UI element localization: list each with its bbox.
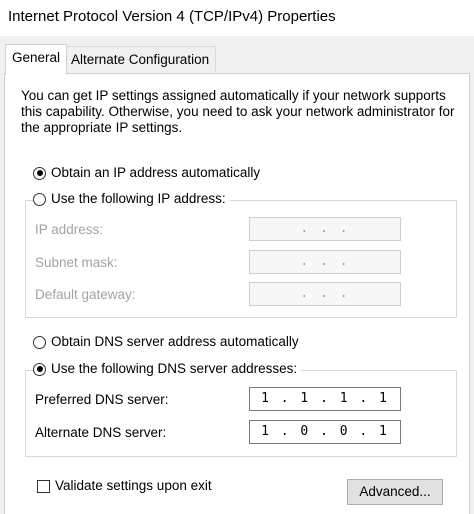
validate-settings-checkbox[interactable] <box>37 479 50 493</box>
use-following-dns-label: Use the following DNS server addresses: <box>51 361 298 376</box>
ip-address-label: IP address: <box>35 222 104 237</box>
window-title: Internet Protocol Version 4 (TCP/IPv4) P… <box>8 8 336 25</box>
ip-address-input[interactable]: . . . <box>249 217 401 241</box>
default-gateway-label: Default gateway: <box>35 287 136 302</box>
use-following-ip-option[interactable]: Use the following IP address: <box>33 189 230 209</box>
use-following-dns-radio[interactable] <box>33 362 46 376</box>
title-bar[interactable]: Internet Protocol Version 4 (TCP/IPv4) P… <box>0 0 474 36</box>
preferred-dns-input[interactable]: 1 . 1 . 1 . 1 <box>249 387 401 411</box>
obtain-dns-label: Obtain DNS server address automatically <box>51 334 299 349</box>
use-following-ip-label: Use the following IP address: <box>51 191 226 206</box>
alternate-dns-input[interactable]: 1 . 0 . 0 . 1 <box>249 420 401 444</box>
subnet-mask-label: Subnet mask: <box>35 255 118 270</box>
obtain-ip-label: Obtain an IP address automatically <box>51 165 261 180</box>
obtain-ip-radio[interactable] <box>33 166 46 180</box>
use-following-dns-option[interactable]: Use the following DNS server addresses: <box>33 359 302 379</box>
intro-text: You can get IP settings assigned automat… <box>21 88 455 135</box>
obtain-dns-radio[interactable] <box>33 335 46 349</box>
tab-strip: General Alternate Configuration <box>0 44 474 75</box>
tab-alternate-configuration[interactable]: Alternate Configuration <box>64 46 217 72</box>
ipv4-properties-dialog: Internet Protocol Version 4 (TCP/IPv4) P… <box>0 0 474 514</box>
validate-settings-label: Validate settings upon exit <box>55 478 212 493</box>
preferred-dns-label: Preferred DNS server: <box>35 392 169 407</box>
obtain-dns-automatically-option[interactable]: Obtain DNS server address automatically <box>33 332 299 352</box>
general-tab-panel: You can get IP settings assigned automat… <box>4 73 470 514</box>
advanced-button[interactable]: Advanced... <box>347 479 443 505</box>
use-following-ip-radio[interactable] <box>33 192 46 206</box>
subnet-mask-input[interactable]: . . . <box>249 250 401 274</box>
alternate-dns-label: Alternate DNS server: <box>35 425 167 440</box>
validate-settings-option[interactable]: Validate settings upon exit <box>37 477 212 495</box>
default-gateway-input[interactable]: . . . <box>249 282 401 306</box>
obtain-ip-automatically-option[interactable]: Obtain an IP address automatically <box>33 163 260 183</box>
tab-general[interactable]: General <box>5 44 68 75</box>
